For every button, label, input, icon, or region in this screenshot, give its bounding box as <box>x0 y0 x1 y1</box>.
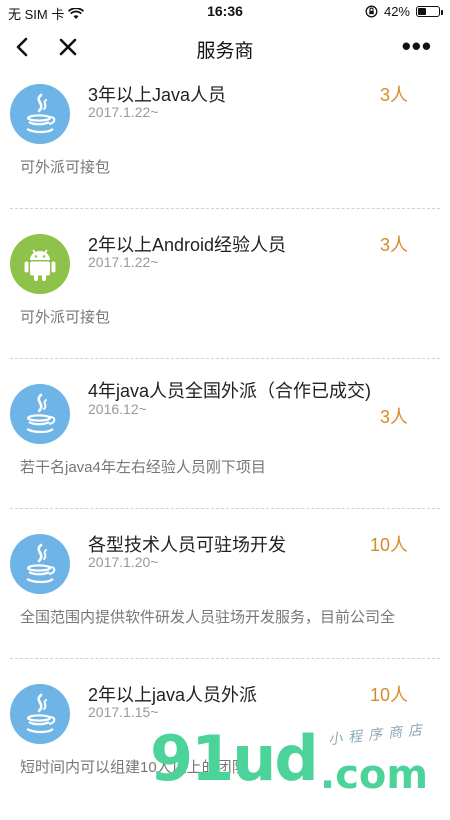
list-item[interactable]: 3年以上Java人员 2017.1.22~ 3人 可外派可接包 <box>0 70 450 220</box>
item-count: 3人 <box>379 407 408 427</box>
orientation-lock-icon <box>365 5 378 18</box>
item-count: 10人 <box>369 685 408 705</box>
item-date: 2017.1.15~ <box>88 704 159 720</box>
item-date: 2017.1.22~ <box>88 254 159 270</box>
list-item[interactable]: 4年java人员全国外派（合作已成交) 2016.12~ 3人 若干名java4… <box>0 370 450 520</box>
more-button[interactable]: ••• <box>402 33 432 59</box>
watermark: 91ud 小程序商店 .com <box>150 720 450 800</box>
java-icon <box>10 684 70 744</box>
item-date: 2017.1.22~ <box>88 104 159 120</box>
java-icon <box>10 534 70 594</box>
battery-percent: 42% <box>383 4 410 19</box>
divider <box>10 658 440 659</box>
item-description: 全国范围内提供软件研发人员驻场开发服务，目前公司全 <box>20 609 396 626</box>
watermark-tagline: 小程序商店 <box>327 720 429 748</box>
status-right: 42% <box>365 4 443 19</box>
more-dots-icon: ••• <box>401 31 432 61</box>
battery-fill <box>418 8 426 15</box>
divider <box>10 508 440 509</box>
item-description: 可外派可接包 <box>20 309 111 326</box>
status-bar: 无 SIM 卡 16:36 42% <box>0 0 450 24</box>
item-count: 3人 <box>379 85 408 105</box>
item-count: 10人 <box>369 535 408 555</box>
divider <box>10 358 440 359</box>
item-description: 可外派可接包 <box>20 159 111 176</box>
watermark-domain: .com <box>320 752 429 798</box>
item-description: 若干名java4年左右经验人员刚下项目 <box>20 459 266 476</box>
nav-bar: 服务商 ••• <box>0 24 450 70</box>
page-title: 服务商 <box>196 41 254 62</box>
divider <box>10 208 440 209</box>
list-item[interactable]: 2年以上Android经验人员 2017.1.22~ 3人 可外派可接包 <box>0 220 450 370</box>
java-icon <box>10 84 70 144</box>
item-title: 4年java人员全国外派（合作已成交) <box>88 381 372 401</box>
battery-icon <box>416 6 443 17</box>
watermark-brand: 91ud <box>150 722 319 795</box>
android-icon <box>10 234 70 294</box>
item-date: 2016.12~ <box>88 401 147 417</box>
list-item[interactable]: 各型技术人员可驻场开发 2017.1.20~ 10人 全国范围内提供软件研发人员… <box>0 520 450 670</box>
item-count: 3人 <box>379 235 408 255</box>
java-icon <box>10 384 70 444</box>
item-date: 2017.1.20~ <box>88 554 159 570</box>
